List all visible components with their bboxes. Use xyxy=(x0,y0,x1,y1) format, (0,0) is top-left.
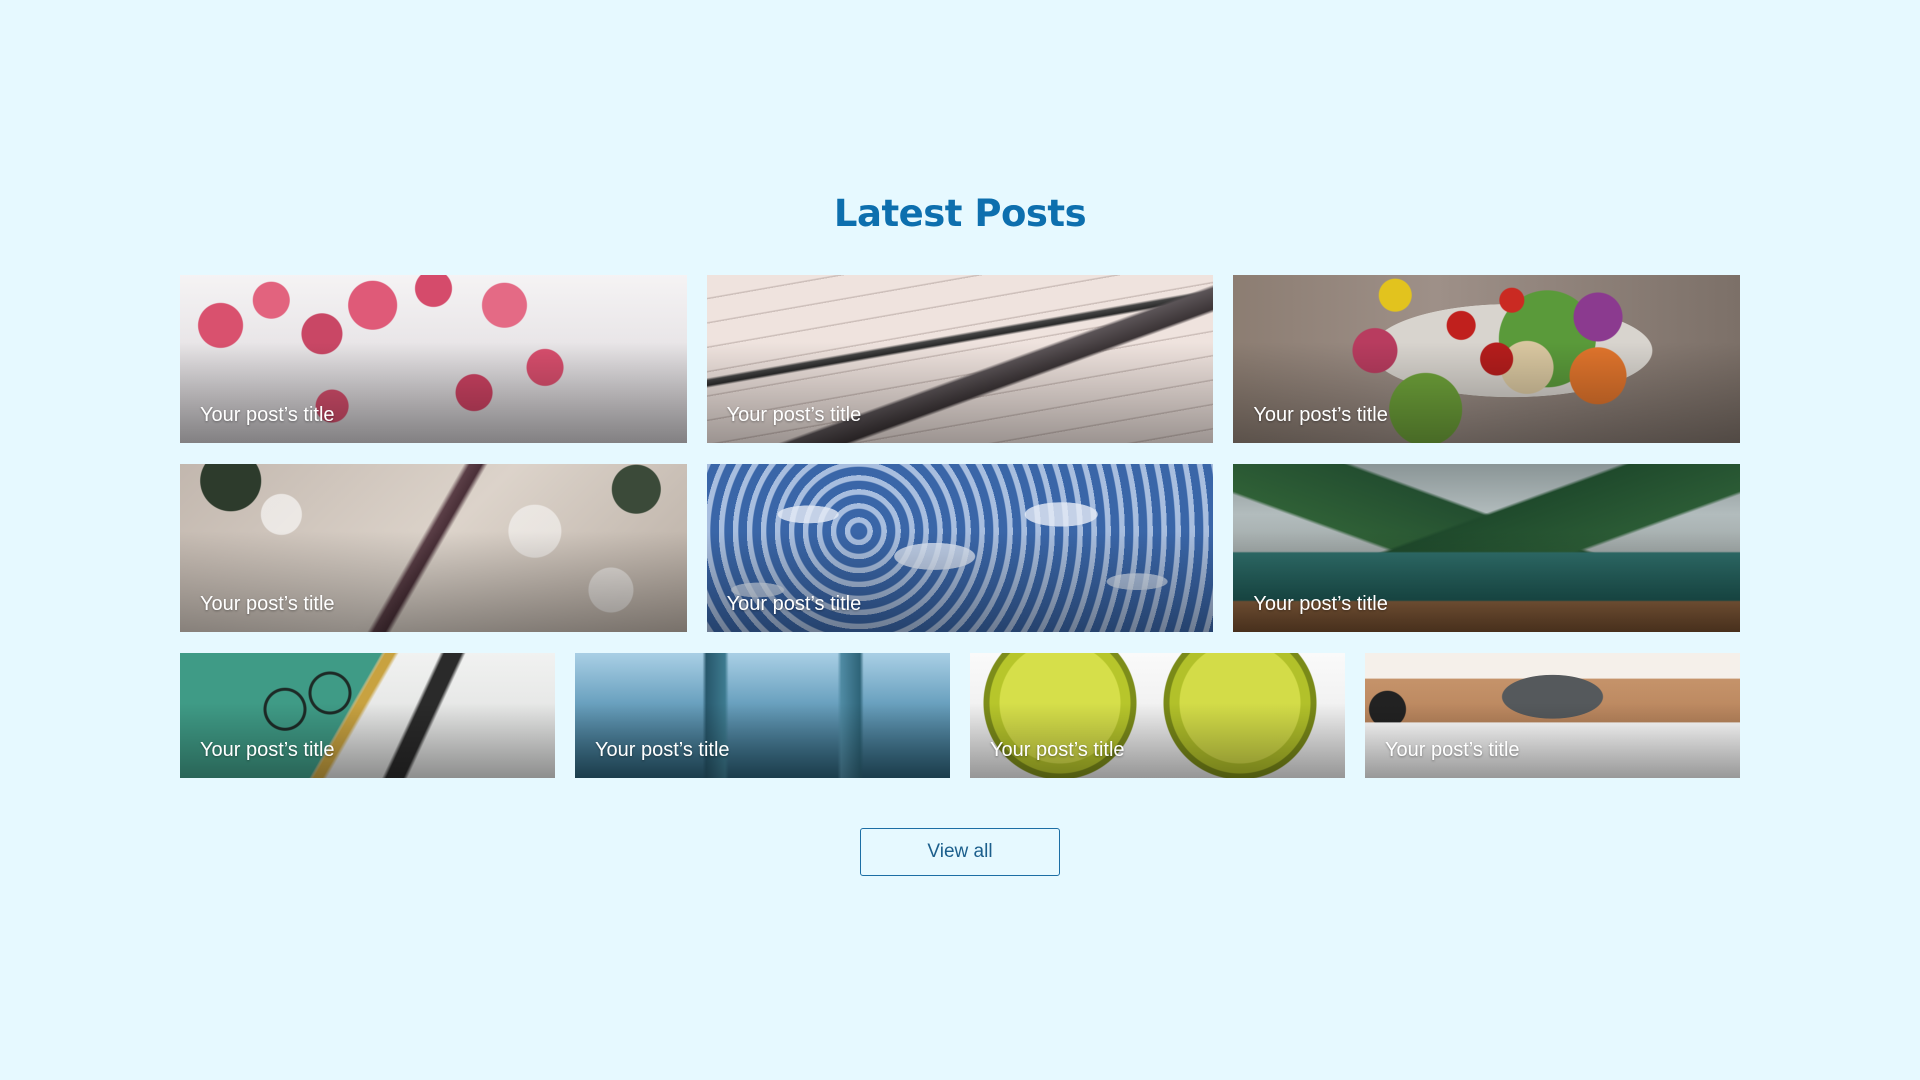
post-card[interactable]: Your post’s title xyxy=(180,275,687,443)
post-card[interactable]: Your post’s title xyxy=(970,653,1345,778)
post-card[interactable]: Your post’s title xyxy=(706,275,1214,443)
view-all-button[interactable]: View all xyxy=(860,828,1060,876)
post-card[interactable]: Your post’s title xyxy=(575,653,950,778)
post-title: Your post’s title xyxy=(990,739,1125,761)
post-title: Your post’s title xyxy=(1253,404,1388,426)
posts-row-2: Your post’s title Your post’s title Your… xyxy=(180,464,1741,632)
post-card[interactable]: Your post’s title xyxy=(180,653,555,778)
post-card[interactable]: Your post’s title xyxy=(180,464,687,632)
post-title: Your post’s title xyxy=(726,593,862,615)
post-card[interactable]: Your post’s title xyxy=(1233,464,1741,632)
post-title: Your post’s title xyxy=(726,404,862,426)
post-title: Your post’s title xyxy=(1253,593,1388,615)
post-title: Your post’s title xyxy=(200,739,335,761)
post-title: Your post’s title xyxy=(200,593,335,615)
post-card[interactable]: Your post’s title xyxy=(1365,653,1740,778)
post-card[interactable]: Your post’s title xyxy=(1233,275,1741,443)
post-card[interactable]: Your post’s title xyxy=(706,464,1214,632)
post-title: Your post’s title xyxy=(595,739,730,761)
section-heading: Latest Posts xyxy=(833,192,1087,235)
post-title: Your post’s title xyxy=(200,404,335,426)
posts-row-3: Your post’s title Your post’s title Your… xyxy=(180,653,1740,778)
posts-row-1: Your post’s title Your post’s title Your… xyxy=(180,275,1741,443)
latest-posts-section: Latest Posts Your post’s title Your post… xyxy=(0,0,1920,1080)
post-title: Your post’s title xyxy=(1385,739,1520,761)
